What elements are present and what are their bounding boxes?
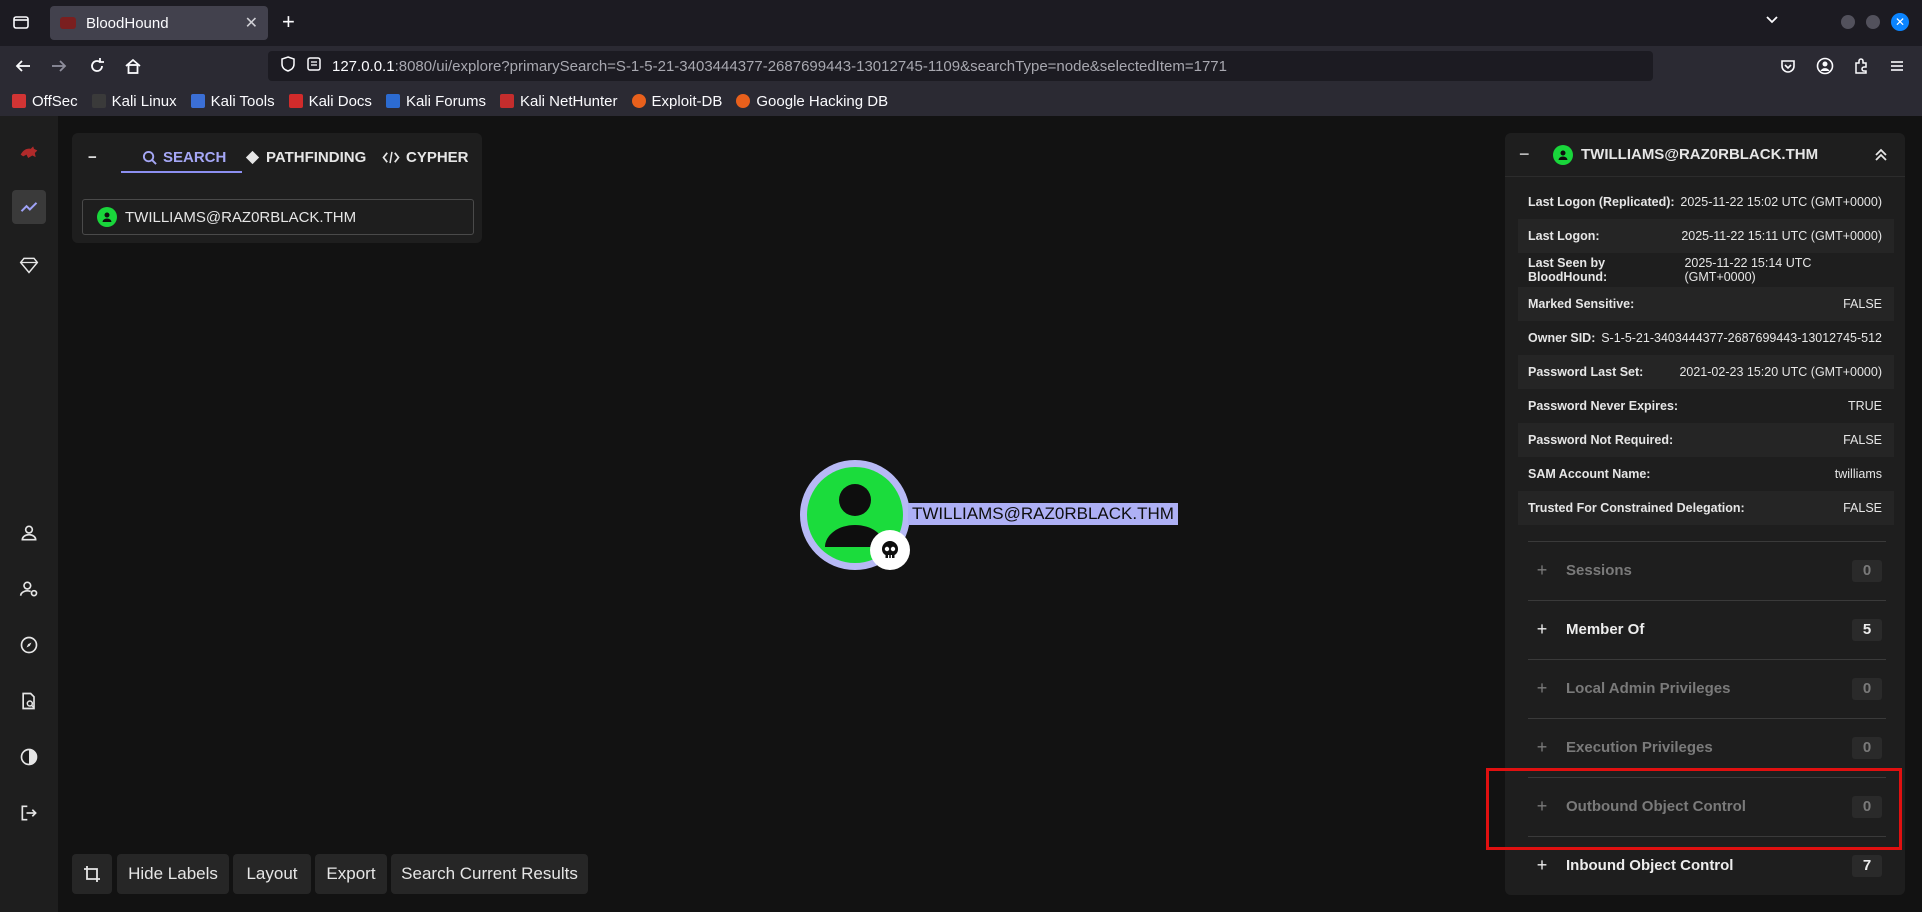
explore-icon[interactable] [12, 190, 46, 224]
tab-title: BloodHound [86, 14, 169, 32]
tab-search[interactable]: SEARCH [142, 145, 226, 169]
tab-pathfinding[interactable]: PATHFINDING [245, 145, 366, 169]
collapse-search-button[interactable]: − [88, 145, 97, 169]
back-icon[interactable] [14, 57, 32, 78]
export-button[interactable]: Export [315, 854, 387, 894]
property-row: Owner SID: S-1-5-21-3403444377-2687699443… [1528, 331, 1882, 345]
reload-icon[interactable] [88, 57, 106, 78]
search-icon [142, 150, 157, 165]
property-row: Last Seen by BloodHound: 2025-11-22 15:14… [1528, 256, 1812, 284]
expand-plus-icon: + [1536, 619, 1548, 639]
count-badge: 0 [1852, 677, 1882, 700]
pathfinding-diamond-icon [245, 150, 260, 165]
profile-icon[interactable] [12, 516, 46, 550]
property-row: Last Logon: 2025-11-22 15:11 UTC (GMT+000… [1518, 219, 1894, 253]
compass-icon[interactable] [12, 628, 46, 662]
bookmark-google-hacking-db[interactable]: Google Hacking DB [736, 93, 888, 110]
owned-skull-icon [870, 530, 910, 570]
account-icon[interactable] [1816, 57, 1834, 78]
bookmarks-bar: OffSec Kali Linux Kali Tools Kali Docs K… [0, 86, 1922, 116]
tab-cypher[interactable]: CYPHER [382, 145, 469, 169]
crop-icon [84, 866, 100, 882]
page-info-icon[interactable] [306, 56, 322, 76]
user-node-icon [97, 207, 117, 227]
layout-button[interactable]: Layout [233, 854, 311, 894]
maximize-window-button[interactable] [1866, 15, 1880, 29]
property-row: Password Never Expires: TRUE [1528, 399, 1882, 413]
nethunter-icon [499, 94, 514, 108]
shield-icon[interactable] [280, 56, 296, 76]
search-current-results-button[interactable]: Search Current Results [391, 854, 588, 894]
count-badge: 0 [1852, 559, 1882, 582]
ghdb-icon [736, 94, 751, 108]
new-tab-icon[interactable]: + [282, 11, 295, 33]
address-bar[interactable]: 127.0.0.1:8080/ui/explore?primarySearch=… [268, 51, 1653, 81]
section-sessions[interactable]: + Sessions 0 [1528, 541, 1886, 599]
property-row: Marked Sensitive: FALSE [1518, 287, 1894, 321]
group-management-gem-icon[interactable] [12, 248, 46, 282]
node-search-value: TWILLIAMS@RAZ0RBLACK.THM [125, 208, 357, 226]
document-search-icon[interactable] [12, 684, 46, 718]
extensions-icon[interactable] [1852, 57, 1870, 78]
count-badge: 7 [1852, 854, 1882, 877]
property-row: Last Logon (Replicated): 2025-11-22 15:02… [1528, 195, 1882, 209]
left-sidebar [0, 116, 58, 912]
crop-fit-button[interactable] [72, 854, 112, 894]
kali-tools-icon [190, 94, 205, 108]
menu-icon[interactable] [1888, 57, 1906, 78]
forward-icon[interactable] [50, 57, 68, 78]
bookmark-kali-docs[interactable]: Kali Docs [288, 93, 372, 110]
exploit-db-icon [631, 94, 646, 108]
kali-dragon-icon [91, 94, 106, 108]
bookmark-kali-linux[interactable]: Kali Linux [91, 93, 177, 110]
bookmark-kali-nethunter[interactable]: Kali NetHunter [499, 93, 618, 110]
bloodhound-favicon-icon [60, 17, 76, 29]
graph-node-label[interactable]: TWILLIAMS@RAZ0RBLACK.THM [908, 503, 1178, 525]
pocket-icon[interactable] [1779, 57, 1797, 78]
kali-forums-icon [385, 94, 400, 108]
close-tab-icon[interactable]: ✕ [245, 13, 258, 33]
user-node-icon [1553, 144, 1573, 165]
home-icon[interactable] [124, 57, 142, 78]
bookmark-exploit-db[interactable]: Exploit-DB [631, 93, 722, 110]
tab-overflow-chevron-icon[interactable] [1764, 12, 1780, 31]
code-icon [382, 150, 400, 165]
count-badge: 5 [1852, 618, 1882, 641]
entity-title: TWILLIAMS@RAZ0RBLACK.THM [1581, 146, 1819, 163]
browser-tab-bar: BloodHound ✕ + ✕ [0, 0, 1922, 46]
expand-collapse-chevrons-icon[interactable] [1873, 147, 1889, 163]
hide-labels-button[interactable]: Hide Labels [117, 854, 229, 894]
dark-mode-icon[interactable] [12, 740, 46, 774]
url-path: :8080/ui/explore?primarySearch=S-1-5-21-… [394, 57, 1227, 75]
bookmark-kali-forums[interactable]: Kali Forums [385, 93, 486, 110]
expand-plus-icon: + [1536, 855, 1548, 875]
property-row: Password Last Set: 2021-02-23 15:20 UTC (… [1518, 355, 1894, 389]
bookmark-kali-tools[interactable]: Kali Tools [190, 93, 275, 110]
property-row: SAM Account Name: twilliams [1528, 467, 1882, 481]
bookmark-offsec[interactable]: OffSec [12, 93, 78, 110]
entity-panel-header: − TWILLIAMS@RAZ0RBLACK.THM [1505, 133, 1905, 177]
logout-icon[interactable] [12, 796, 46, 830]
administration-icon[interactable] [12, 572, 46, 606]
property-row: Password Not Required: FALSE [1518, 423, 1894, 457]
expand-plus-icon: + [1536, 560, 1548, 580]
bloodhound-logo-icon[interactable] [12, 136, 46, 170]
section-local-admin-privileges[interactable]: + Local Admin Privileges 0 [1528, 659, 1886, 717]
section-member-of[interactable]: + Member Of 5 [1528, 600, 1886, 658]
count-badge: 0 [1852, 736, 1882, 759]
url-host: 127.0.0.1 [332, 57, 395, 75]
offsec-icon [12, 94, 26, 108]
browser-tab[interactable]: BloodHound ✕ [50, 6, 268, 40]
kali-docs-icon [288, 94, 303, 108]
expand-plus-icon: + [1536, 678, 1548, 698]
close-window-button[interactable]: ✕ [1891, 13, 1909, 31]
tab-list-icon[interactable] [12, 13, 30, 34]
highlight-annotation-box [1486, 768, 1902, 850]
minimize-window-button[interactable] [1841, 15, 1855, 29]
active-tab-indicator [121, 171, 242, 173]
expand-plus-icon: + [1536, 737, 1548, 757]
property-row: Trusted For Constrained Delegation: FALSE [1518, 491, 1894, 525]
collapse-panel-icon[interactable]: − [1519, 144, 1537, 165]
node-search-input[interactable]: TWILLIAMS@RAZ0RBLACK.THM [82, 199, 474, 235]
